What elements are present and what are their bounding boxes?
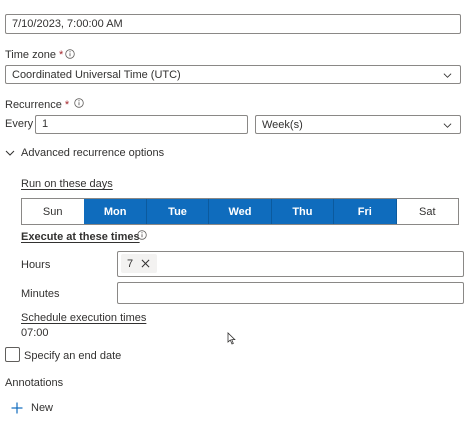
advanced-recurrence-toggle[interactable]: Advanced recurrence options — [5, 147, 164, 159]
day-wed[interactable]: Wed — [209, 199, 272, 224]
info-icon[interactable] — [137, 230, 147, 240]
time-zone-label: Time zone * — [5, 49, 63, 61]
minutes-input[interactable] — [117, 282, 464, 304]
run-on-days-label: Run on these days — [21, 178, 113, 190]
unit-value: Week(s) — [262, 119, 303, 131]
time-zone-select[interactable]: Coordinated Universal Time (UTC) — [5, 65, 461, 84]
time-zone-label-text: Time zone — [5, 49, 56, 61]
day-thu[interactable]: Thu — [271, 199, 335, 224]
new-annotation-label: New — [31, 402, 54, 414]
time-zone-value: Coordinated Universal Time (UTC) — [12, 69, 181, 81]
end-date-checkbox[interactable] — [5, 347, 20, 362]
annotations-heading: Annotations — [5, 377, 64, 389]
schedule-execution-label: Schedule execution times — [21, 312, 147, 324]
recurrence-label-text: Recurrence — [5, 99, 62, 111]
time-zone-required-mark: * — [59, 49, 64, 61]
info-icon[interactable] — [74, 98, 84, 108]
mouse-cursor-icon — [227, 332, 236, 345]
advanced-recurrence-label: Advanced recurrence options — [21, 147, 165, 159]
interval-input[interactable]: 1 — [35, 115, 248, 134]
chevron-down-icon — [443, 123, 452, 128]
day-fri[interactable]: Fri — [334, 199, 397, 224]
start-time-input[interactable]: 7/10/2023, 7:00:00 AM — [5, 14, 461, 34]
end-date-label: Specify an end date — [24, 350, 122, 362]
info-icon[interactable] — [65, 49, 75, 59]
day-selector: Sun Mon Tue Wed Thu Fri Sat — [21, 198, 459, 225]
day-sat[interactable]: Sat — [396, 199, 458, 224]
day-mon[interactable]: Mon — [84, 199, 147, 224]
plus-icon — [11, 402, 23, 414]
day-tue[interactable]: Tue — [146, 199, 210, 224]
hours-input[interactable] — [117, 251, 464, 277]
every-label: Every — [5, 118, 34, 130]
close-icon[interactable] — [141, 259, 150, 268]
day-sun[interactable]: Sun — [22, 199, 85, 224]
execute-times-label: Execute at these times — [21, 231, 140, 243]
schedule-execution-value: 07:00 — [21, 327, 49, 339]
hours-label: Hours — [21, 259, 51, 271]
hour-tag: 7 — [121, 254, 157, 273]
new-annotation-button[interactable]: New — [11, 402, 53, 414]
recurrence-label: Recurrence * — [5, 99, 69, 111]
unit-select[interactable]: Week(s) — [255, 115, 461, 134]
chevron-down-icon — [5, 150, 15, 156]
chevron-down-icon — [443, 73, 452, 78]
minutes-label: Minutes — [21, 288, 60, 300]
recurrence-required-mark: * — [64, 99, 70, 111]
hour-tag-label: 7 — [127, 257, 134, 270]
